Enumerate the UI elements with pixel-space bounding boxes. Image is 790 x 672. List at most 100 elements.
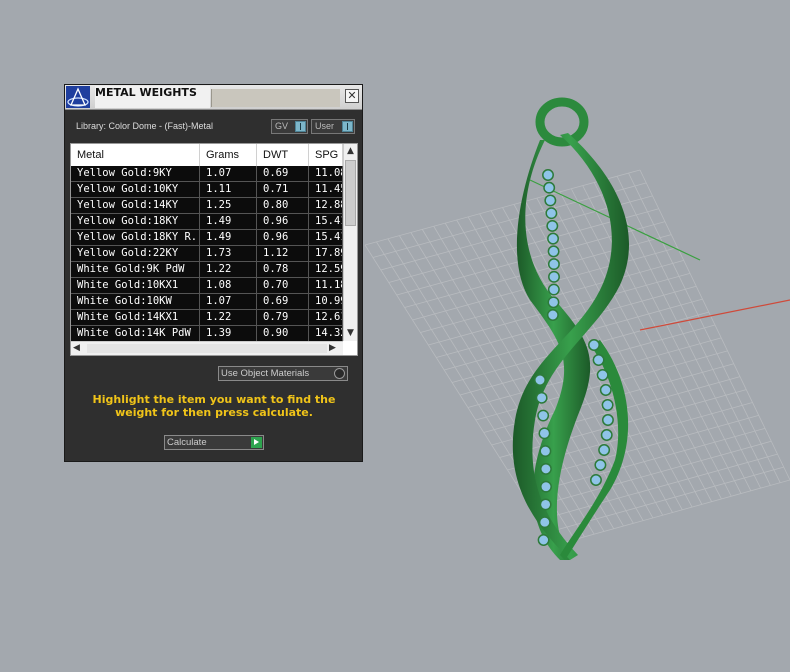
gem: [592, 354, 605, 366]
cell-spg: 10.99: [309, 294, 343, 310]
gem: [590, 474, 602, 486]
gem: [542, 169, 554, 181]
gem: [596, 369, 609, 381]
gem: [547, 296, 560, 309]
cell-metal: Yellow Gold:10KY: [71, 182, 200, 198]
close-button[interactable]: ✕: [345, 89, 359, 103]
user-toggle[interactable]: User: [311, 119, 355, 134]
gem: [545, 207, 558, 220]
gem: [546, 219, 559, 232]
gem: [546, 309, 559, 321]
vertical-scroll-thumb[interactable]: [345, 160, 356, 226]
gv-toggle-switch-icon[interactable]: [295, 121, 306, 132]
cell-metal: White Gold:10KX1: [71, 278, 200, 294]
gem: [599, 384, 612, 396]
cell-spg: 12.61: [309, 310, 343, 326]
table-row[interactable]: Yellow Gold:9KY1.070.6911.08: [71, 166, 343, 182]
gem: [534, 374, 546, 386]
gem: [539, 445, 552, 458]
library-label: Library: Color Dome - (Fast)-Metal: [76, 121, 214, 131]
cell-dwt: 0.71: [257, 182, 309, 198]
table-row[interactable]: Yellow Gold:14KY1.250.8012.88: [71, 198, 343, 214]
scroll-down-icon[interactable]: ▼: [344, 326, 357, 340]
table-row[interactable]: White Gold:10KX11.080.7011.18: [71, 278, 343, 294]
horizontal-scrollbar[interactable]: ◀ ▶: [71, 341, 343, 355]
metal-weights-panel: METAL WEIGHTS ✕ Library: Color Dome - (F…: [64, 84, 363, 462]
gem: [601, 399, 614, 411]
gem: [547, 258, 560, 271]
radio-icon[interactable]: [334, 368, 345, 379]
table-row[interactable]: Yellow Gold:18KY1.490.9615.41: [71, 214, 343, 230]
cell-dwt: 0.90: [257, 326, 309, 342]
play-icon[interactable]: [251, 437, 262, 448]
gem: [538, 427, 551, 440]
gem: [600, 429, 613, 441]
gem: [535, 391, 548, 404]
column-header-metal[interactable]: Metal: [71, 144, 200, 166]
column-header-dwt[interactable]: DWT: [257, 144, 309, 166]
cell-dwt: 0.96: [257, 230, 309, 246]
calculate-label: Calculate: [167, 437, 207, 448]
titlebar-tab: [211, 89, 340, 107]
cell-metal: White Gold:14K PdW: [71, 326, 200, 342]
table-row[interactable]: Yellow Gold:10KY1.110.7111.45: [71, 182, 343, 198]
cell-metal: White Gold:14KX1: [71, 310, 200, 326]
table-row[interactable]: White Gold:10KW1.070.6910.99: [71, 294, 343, 310]
table-row[interactable]: Yellow Gold:22KY1.731.1217.89: [71, 246, 343, 262]
table-row[interactable]: White Gold:14KX11.220.7912.61: [71, 310, 343, 326]
cell-spg: 12.59: [309, 262, 343, 278]
gem: [537, 409, 550, 422]
pendant-model[interactable]: [512, 97, 630, 560]
instruction-text: Highlight the item you want to find the …: [92, 393, 336, 419]
calculate-button[interactable]: Calculate: [164, 435, 264, 450]
app-logo-icon: [66, 86, 90, 108]
cell-dwt: 0.69: [257, 294, 309, 310]
cell-grams: 1.08: [200, 278, 257, 294]
gem: [543, 181, 556, 194]
cell-grams: 1.07: [200, 294, 257, 310]
cell-spg: 14.32: [309, 326, 343, 342]
gv-toggle[interactable]: GV: [271, 119, 308, 134]
gem: [540, 480, 552, 493]
gem: [547, 245, 560, 258]
use-object-materials-option[interactable]: Use Object Materials: [218, 366, 348, 381]
scroll-right-icon[interactable]: ▶: [329, 342, 341, 355]
gem: [598, 444, 611, 456]
column-header-grams[interactable]: Grams: [200, 144, 257, 166]
vertical-scrollbar[interactable]: ▲ ▼: [343, 144, 357, 341]
cell-spg: 15.41: [309, 230, 343, 246]
table-header: Metal Grams DWT SPG: [71, 144, 343, 166]
gv-toggle-label: GV: [275, 121, 289, 131]
cell-grams: 1.22: [200, 310, 257, 326]
cell-metal: White Gold:10KW: [71, 294, 200, 310]
cell-spg: 11.45: [309, 182, 343, 198]
user-toggle-switch-icon[interactable]: [342, 121, 353, 132]
gem: [601, 414, 614, 426]
horizontal-scroll-thumb[interactable]: [87, 344, 327, 353]
gem: [539, 462, 552, 475]
use-object-materials-label: Use Object Materials: [221, 368, 310, 379]
cell-dwt: 0.79: [257, 310, 309, 326]
cell-grams: 1.07: [200, 166, 257, 182]
cell-grams: 1.49: [200, 230, 257, 246]
scroll-up-icon[interactable]: ▲: [344, 144, 357, 158]
cell-grams: 1.11: [200, 182, 257, 198]
cell-metal: Yellow Gold:22KY: [71, 246, 200, 262]
table-body: Yellow Gold:9KY1.070.6911.08Yellow Gold:…: [71, 166, 343, 342]
cell-grams: 1.25: [200, 198, 257, 214]
cell-dwt: 1.12: [257, 246, 309, 262]
gem: [539, 498, 552, 511]
gem: [537, 534, 550, 546]
table-row[interactable]: Yellow Gold:18KY R...1.490.9615.41: [71, 230, 343, 246]
table-row[interactable]: White Gold:9K PdW1.220.7812.59: [71, 262, 343, 278]
cell-dwt: 0.78: [257, 262, 309, 278]
cell-spg: 11.08: [309, 166, 343, 182]
panel-titlebar[interactable]: METAL WEIGHTS ✕: [65, 85, 362, 110]
cell-dwt: 0.69: [257, 166, 309, 182]
column-header-spg[interactable]: SPG: [309, 144, 343, 166]
gem: [594, 459, 607, 471]
scroll-left-icon[interactable]: ◀: [73, 342, 85, 355]
panel-title: METAL WEIGHTS: [95, 86, 210, 108]
cell-grams: 1.22: [200, 262, 257, 278]
table-row[interactable]: White Gold:14K PdW1.390.9014.32: [71, 326, 343, 342]
